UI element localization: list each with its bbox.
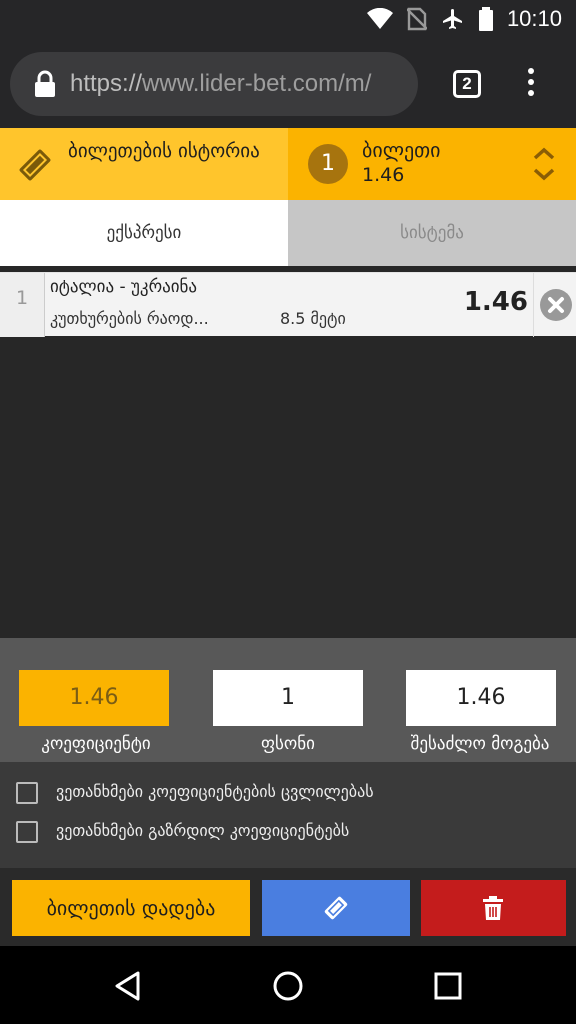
action-bar: ბილეთის დადება <box>0 868 576 946</box>
battery-icon <box>478 7 493 31</box>
home-icon[interactable] <box>272 970 304 1002</box>
ticket-history-label: ბილეთების ისტორია <box>68 140 260 162</box>
bet-options: ვეთანხმები კოეფიციენტების ცვლილებას ვეთა… <box>0 762 576 868</box>
trash-icon <box>483 896 503 920</box>
save-ticket-button[interactable] <box>262 880 410 936</box>
url-protocol: https:// <box>70 70 143 97</box>
stake-panel: 1.46 1 1.46 კოეფიციენტი ფსონი შესაძლო მო… <box>0 638 576 762</box>
stake-input[interactable]: 1 <box>213 670 363 726</box>
close-icon <box>548 297 564 313</box>
tab-system[interactable]: სისტემა <box>288 200 576 266</box>
bet-odds: 1.46 <box>463 287 528 317</box>
expand-collapse-icon[interactable] <box>532 146 556 182</box>
airplane-icon <box>442 9 462 29</box>
recents-icon[interactable] <box>434 972 462 1000</box>
delete-ticket-button[interactable] <box>421 880 566 936</box>
browser-toolbar: https://www.lider-bet.com/m/ 2 <box>0 40 576 128</box>
ticket-count-badge: 1 <box>308 144 348 184</box>
place-bet-button[interactable]: ბილეთის დადება <box>12 880 250 936</box>
ticket-icon <box>19 149 51 181</box>
ticket-history-tab[interactable]: ბილეთების ისტორია <box>0 128 288 200</box>
bet-type-tabs: ექსპრესი სისტემა <box>0 200 576 266</box>
wifi-icon <box>366 8 393 29</box>
no-sim-icon <box>406 7 427 31</box>
divider <box>44 273 45 337</box>
lock-icon <box>34 70 56 98</box>
coefficient-label: კოეფიციენტი <box>41 734 151 754</box>
status-bar: 10:10 <box>0 0 576 40</box>
back-icon[interactable] <box>112 970 144 1002</box>
remove-bet-button[interactable] <box>540 289 572 321</box>
ticket-total-odds: 1.46 <box>362 164 405 186</box>
bet-teams: იტალია - უკრაინა <box>50 277 198 297</box>
betslip-header: ბილეთების ისტორია 1 ბილეთი 1.46 <box>0 128 576 200</box>
current-ticket-tab[interactable]: 1 ბილეთი 1.46 <box>288 128 576 200</box>
address-bar[interactable]: https://www.lider-bet.com/m/ <box>10 52 418 116</box>
accept-changes-label: ვეთანხმები კოეფიციენტების ცვლილებას <box>56 782 374 801</box>
possible-win-field: 1.46 <box>406 670 556 726</box>
accept-changes-checkbox[interactable] <box>16 782 38 804</box>
stake-label: ფსონი <box>261 734 315 754</box>
coefficient-field: 1.46 <box>19 670 169 726</box>
divider <box>533 273 534 337</box>
bet-item: 1 იტალია - უკრაინა კუთხურების რაოდ... 8.… <box>0 272 576 337</box>
possible-win-label: შესაძლო მოგება <box>410 734 550 754</box>
url-text: https://www.lider-bet.com/m/ <box>70 70 371 98</box>
tab-express[interactable]: ექსპრესი <box>0 200 288 266</box>
browser-menu-icon[interactable] <box>524 68 538 102</box>
system-nav-bar <box>0 946 576 1024</box>
accept-increased-label: ვეთანხმები გაზრდილ კოეფიციენტებს <box>56 821 350 840</box>
ticket-title: ბილეთი <box>362 138 441 162</box>
bet-market-value: 8.5 მეტი <box>280 309 346 328</box>
bet-market: კუთხურების რაოდ... <box>50 309 209 328</box>
url-host: www.lider-bet.com/m/ <box>142 70 372 97</box>
ticket-icon <box>324 896 348 920</box>
tab-switcher-button[interactable]: 2 <box>453 70 481 98</box>
clock: 10:10 <box>506 6 562 31</box>
bet-index: 1 <box>0 273 44 337</box>
accept-increased-checkbox[interactable] <box>16 821 38 843</box>
